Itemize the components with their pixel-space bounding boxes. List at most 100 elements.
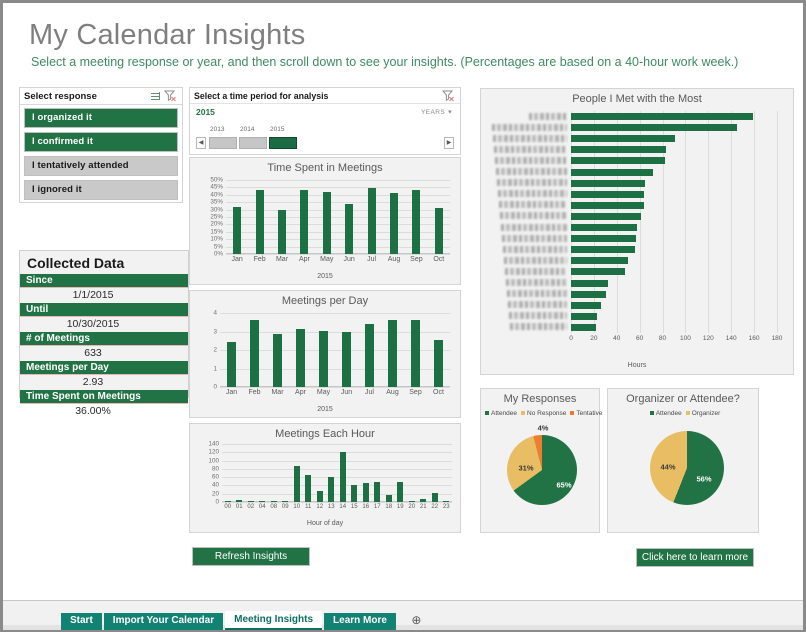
y-axis-tick: 45% [210,183,223,191]
y-axis-tick: 10% [210,235,223,243]
gridline [220,387,450,388]
gridline [662,111,664,333]
worksheet-canvas: My Calendar Insights Select a meeting re… [3,3,803,600]
timeline-block-2014[interactable] [239,137,267,149]
x-axis-tick: 180 [771,335,783,342]
chart-my-responses[interactable]: My Responses Attendee No Response Tentativ… [480,388,602,533]
gridline [222,452,452,454]
clear-filter-icon[interactable] [442,90,456,102]
bar [571,279,608,287]
timeline-track[interactable]: 2013 2014 2015 ◀ ▶ [196,126,454,150]
pie-value-attendee: 56% [696,474,712,484]
timeline-year-labels: 2013 2014 2015 [196,126,454,135]
timeline-level-selector[interactable]: YEARS ▾ [421,108,452,116]
redacted-name [509,312,567,320]
chart-organizer-or-attendee[interactable]: Organizer or Attendee? Attendee Organizer… [607,388,759,533]
x-axis-tick: 80 [658,335,667,342]
timeline-block-2015[interactable] [269,137,297,149]
y-axis-tick: 0 [213,383,217,391]
redacted-name [497,179,567,187]
x-axis-tick: 18 [385,504,393,510]
category-label [491,201,567,209]
x-axis-line [222,501,452,502]
category-label [491,301,567,309]
sheet-tab-start[interactable]: Start [61,613,102,630]
slicer-item-confirmed[interactable]: I confirmed it [24,132,178,152]
timeline-block-2013[interactable] [209,137,237,149]
x-axis-tick: 14 [339,504,347,510]
x-axis-tick: Jun [340,389,353,396]
chart-time-spent-in-meetings[interactable]: Time Spent in Meetings 0% 5% 10% 15% 20% 25% 3… [189,157,461,285]
legend-swatch-attendee [485,411,489,415]
gridline [226,180,450,181]
clear-filter-icon[interactable] [164,90,178,102]
add-sheet-icon[interactable]: ⊕ [408,613,425,630]
redacted-name [501,223,567,231]
x-axis-tick: 01 [235,504,243,510]
x-axis-tick: 11 [305,504,312,510]
bar [408,501,415,502]
legend-swatch-organizer [685,411,690,415]
y-axis-tick: 120 [208,448,219,456]
bar [270,501,277,502]
x-axis-tick: Sep [409,389,422,396]
collected-data-value-since: 1/1/2015 [72,289,114,301]
timeline-next-button[interactable]: ▶ [444,137,454,149]
bar [571,268,625,276]
category-label [491,245,567,254]
y-axis-tick: 60 [211,473,219,481]
chart-meetings-per-day[interactable]: Meetings per Day 0 1 2 3 4 Jan Feb Mar Apr May Jun… [189,290,461,418]
bar [431,492,438,502]
gridline [777,111,778,333]
legend-swatch-attendee [649,411,654,415]
category-label [491,212,567,220]
bar [296,329,305,387]
bar [224,501,231,502]
refresh-insights-button[interactable]: Refresh Insights [192,547,310,566]
bar [571,113,753,121]
bar [339,451,346,502]
bar [571,201,645,209]
sheet-tab-import-your-calendar[interactable]: Import Your Calendar [103,613,224,630]
redacted-name [506,279,567,287]
x-axis-tick: 0 [569,335,573,342]
excel-window: My Calendar Insights Select a meeting re… [0,0,806,632]
learn-more-button[interactable]: Click here to learn more [636,548,754,567]
timeline-prev-button[interactable]: ◀ [196,137,206,149]
bar [571,168,654,176]
bar [351,484,358,502]
multi-select-icon[interactable] [150,90,164,102]
gridline [226,254,450,255]
category-label [491,179,567,187]
gridline [222,485,452,487]
category-label [491,123,567,132]
bar [273,333,282,387]
bar [300,189,309,254]
timeline-title: Select a time period for analysis [194,90,329,101]
x-axis-tick: Aug [387,256,401,263]
y-axis-tick: 2 [213,346,217,354]
y-axis-tick: 25% [210,213,223,221]
sheet-tab-learn-more[interactable]: Learn More [324,613,396,630]
slicer-item-ignored[interactable]: I ignored it [24,180,178,200]
bar [316,490,323,502]
redacted-name [503,245,567,253]
y-axis-tick: 20% [210,220,223,228]
redacted-name [529,112,567,120]
x-axis-tick: May [316,389,331,396]
chart-meetings-each-hour[interactable]: Meetings Each Hour 0 20 40 60 80 100 120 140 00 0… [189,423,461,533]
slicer-item-tentative[interactable]: I tentatively attended [24,156,178,176]
sheet-tab-meeting-insights[interactable]: Meeting Insights [225,611,323,630]
chart-people-i-met-with-the-most[interactable]: People I Met with the Most 0 20 40 60 80 100 1… [480,88,794,375]
timeline-slicer[interactable]: Select a time period for analysis 2015 Y… [189,87,461,155]
gridline [571,111,572,333]
redacted-name [495,156,567,164]
gridline [222,477,452,479]
slicer-item-organized[interactable]: I organized it [24,108,178,128]
sheet-tab-bar: Start Import Your Calendar Meeting Insig… [3,600,803,630]
response-slicer[interactable]: Select response I organized it I confirm… [19,87,183,203]
bar [293,465,300,502]
pie-value-tentative: 4% [537,423,549,433]
chart-x-axis-label: 2015 [317,273,333,280]
redacted-name [504,256,567,264]
